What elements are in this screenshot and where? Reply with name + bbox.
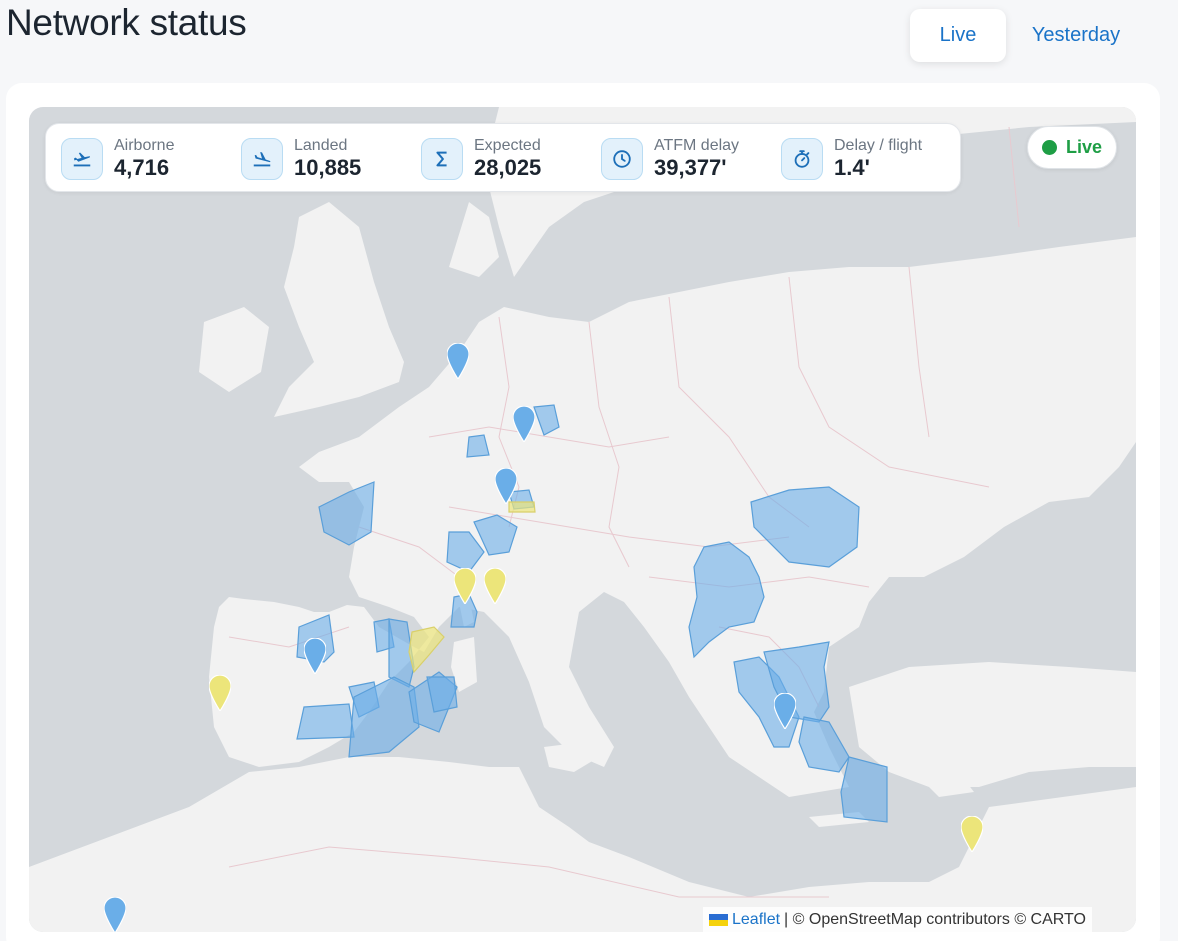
takeoff-icon bbox=[61, 138, 103, 180]
stat-value: 10,885 bbox=[294, 155, 362, 180]
stat-label: Expected bbox=[474, 137, 541, 154]
stat-atfm-delay: ATFM delay 39,377' bbox=[601, 137, 739, 181]
attribution-text: | © OpenStreetMap contributors © CARTO bbox=[784, 910, 1086, 928]
stat-label: Landed bbox=[294, 137, 348, 154]
tab-live[interactable]: Live bbox=[910, 9, 1006, 62]
airport-marker-yellow[interactable] bbox=[961, 816, 983, 852]
stat-expected: Expected 28,025 bbox=[421, 137, 541, 181]
map-attribution: Leaflet | © OpenStreetMap contributors ©… bbox=[703, 907, 1092, 932]
page-title: Network status bbox=[6, 2, 247, 43]
stat-label: Delay / flight bbox=[834, 137, 923, 154]
airport-marker-blue[interactable] bbox=[495, 468, 517, 504]
stat-value: 4,716 bbox=[114, 155, 170, 180]
airport-marker-blue[interactable] bbox=[304, 638, 326, 674]
view-tabs: Live Yesterday bbox=[910, 9, 1146, 62]
stat-delay-per-flight: Delay / flight 1.4' bbox=[781, 137, 922, 181]
airport-marker-blue[interactable] bbox=[513, 406, 535, 442]
stat-value: 39,377' bbox=[654, 155, 727, 180]
stat-label: Airborne bbox=[114, 137, 175, 154]
stopwatch-icon bbox=[781, 138, 823, 180]
network-stats-panel: Airborne 4,716 Landed 10,885 Expected 28… bbox=[45, 123, 961, 192]
airport-marker-yellow[interactable] bbox=[484, 568, 506, 604]
live-indicator: Live bbox=[1027, 126, 1117, 169]
airport-marker-blue[interactable] bbox=[104, 897, 126, 932]
live-status-dot bbox=[1041, 140, 1057, 155]
ukraine-flag-icon bbox=[709, 913, 728, 926]
airport-marker-yellow[interactable] bbox=[454, 568, 476, 604]
sigma-icon bbox=[421, 138, 463, 180]
live-indicator-label: Live bbox=[1065, 137, 1103, 157]
stat-value: 28,025 bbox=[474, 155, 542, 180]
airport-marker-yellow[interactable] bbox=[209, 675, 231, 711]
leaflet-link[interactable]: Leaflet bbox=[732, 911, 780, 929]
stat-airborne: Airborne 4,716 bbox=[61, 137, 174, 181]
stat-landed: Landed 10,885 bbox=[241, 137, 361, 181]
map-basemap bbox=[29, 107, 1136, 932]
clock-icon bbox=[601, 138, 643, 180]
network-map[interactable] bbox=[29, 107, 1136, 932]
airport-marker-blue[interactable] bbox=[774, 693, 796, 729]
tab-yesterday[interactable]: Yesterday bbox=[1006, 9, 1146, 62]
stat-label: ATFM delay bbox=[654, 137, 740, 154]
stat-value: 1.4' bbox=[834, 155, 870, 180]
landing-icon bbox=[241, 138, 283, 180]
airport-marker-blue[interactable] bbox=[447, 343, 469, 379]
